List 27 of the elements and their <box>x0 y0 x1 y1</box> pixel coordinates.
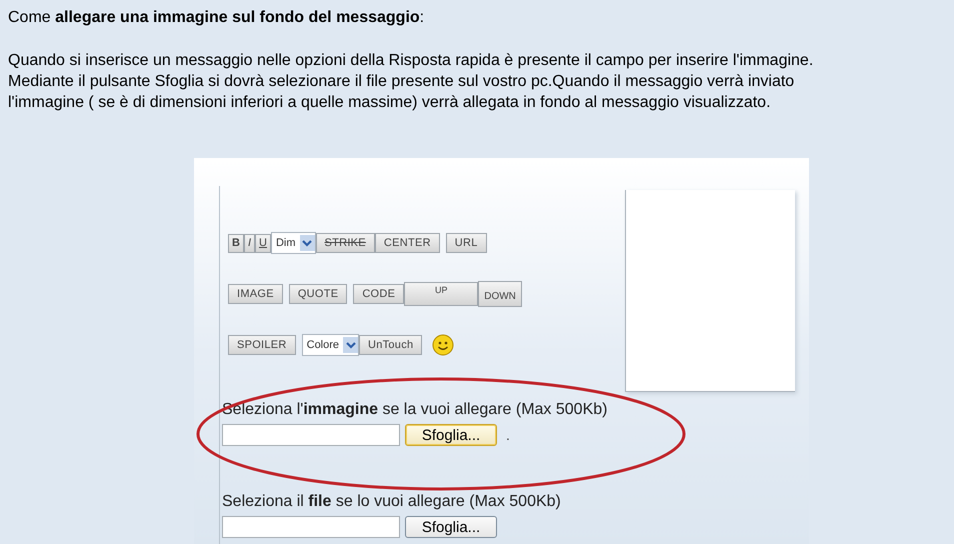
toolbar-button[interactable]: B <box>228 234 244 252</box>
toolbar-button[interactable]: CODE <box>353 284 404 304</box>
upload-label: Seleziona l'immagine se la vuoi allegare (Max 500Kb) <box>222 400 608 420</box>
toolbar-button[interactable]: CENTER <box>374 233 440 253</box>
toolbar-button[interactable]: STRIKE <box>316 233 375 253</box>
dot-text: . <box>506 426 510 444</box>
chevron-icon <box>343 337 358 353</box>
toolbar-button[interactable]: URL <box>446 233 487 253</box>
toolbar-button[interactable]: IMAGE <box>228 284 283 304</box>
intro-paragraph: Quando si inserisce un messaggio nelle opzioni della Risposta rapida è presente il campo per inserire l'immagine. Mediante il pulsante Sfoglia si dovrà selezionare il file presente sul vostro pc.Quando il messaggio verrà inviato l'immagine ( se è di dimensioni inferiori a quelle massime) verrà allegata in fondo al messaggio visualizzato. <box>8 51 814 113</box>
toolbar-button[interactable]: QUOTE <box>288 284 348 304</box>
browse-button[interactable]: Sfoglia... <box>405 516 497 538</box>
chevron-icon <box>300 235 315 251</box>
toolbar-button[interactable]: UP <box>404 282 478 306</box>
toolbar-button[interactable]: I <box>244 234 256 252</box>
file-path-field[interactable] <box>222 516 400 538</box>
upload-label: Seleziona il file se lo vuoi allegare (Max 500Kb) <box>222 492 562 512</box>
file-path-field[interactable] <box>222 424 400 446</box>
toolbar-button[interactable]: DOWN <box>478 281 522 307</box>
smiley-icon[interactable] <box>432 334 454 356</box>
dropdown[interactable]: Colore <box>302 334 360 356</box>
browse-button[interactable]: Sfoglia... <box>405 424 497 446</box>
toolbar-button[interactable]: U <box>255 234 271 252</box>
toolbar-button[interactable]: UnTouch <box>359 335 422 355</box>
heading-text: Come allegare una immagine sul fondo del messaggio: <box>8 8 424 28</box>
toolbar-button[interactable]: SPOILER <box>228 335 296 355</box>
dropdown[interactable]: Dim <box>270 232 316 254</box>
